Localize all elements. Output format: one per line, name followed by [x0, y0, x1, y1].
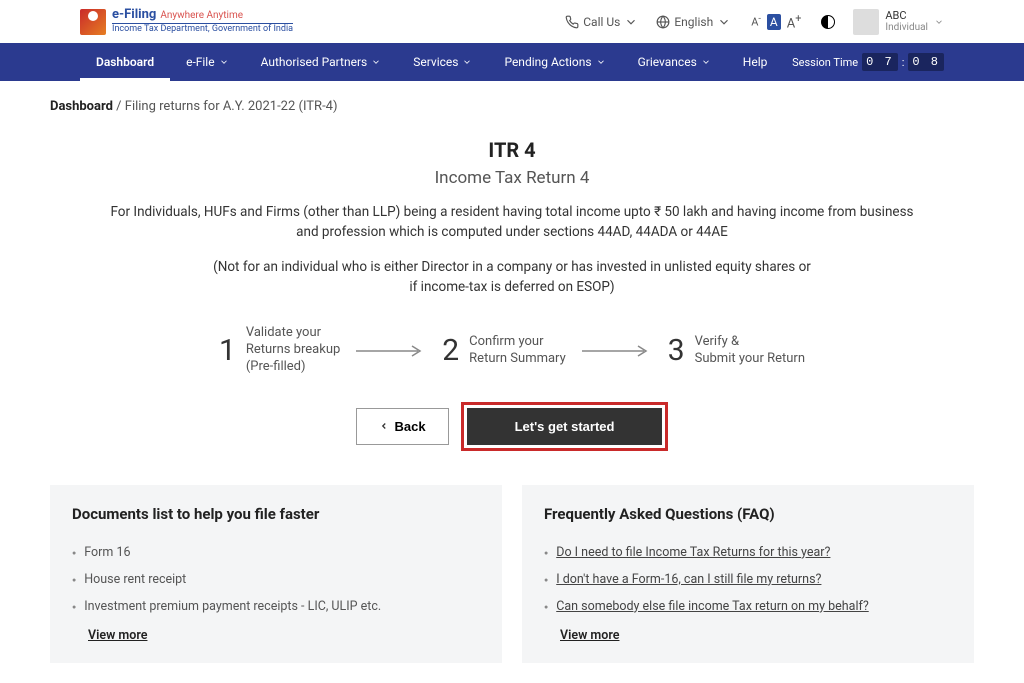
chevron-down-icon	[371, 57, 381, 67]
phone-icon	[565, 15, 579, 29]
nav-pending-actions[interactable]: Pending Actions	[488, 43, 621, 81]
font-size-toggle[interactable]: A- A A+	[749, 12, 803, 31]
step-3: 3 Verify &Submit your Return	[668, 333, 805, 368]
nav-authorised-partners[interactable]: Authorised Partners	[245, 43, 398, 81]
call-us-dropdown[interactable]: Call Us	[565, 15, 638, 29]
faq-panel: Frequently Asked Questions (FAQ) Do I ne…	[522, 485, 974, 663]
list-item: Can somebody else file income Tax return…	[544, 593, 952, 620]
font-small-icon: A-	[749, 14, 763, 29]
faq-link[interactable]: Do I need to file Income Tax Returns for…	[556, 545, 830, 560]
globe-icon	[656, 15, 670, 29]
nav-help[interactable]: Help	[727, 43, 784, 81]
contrast-toggle[interactable]	[821, 15, 835, 29]
view-more-link[interactable]: View more	[560, 628, 619, 643]
session-timer: Session Time 0 7:0 8	[792, 53, 944, 71]
header-top: e-FilingAnywhere Anytime Income Tax Depa…	[0, 0, 1024, 43]
breadcrumb: Dashboard / Filing returns for A.Y. 2021…	[0, 81, 1024, 122]
view-more-link[interactable]: View more	[88, 628, 147, 643]
font-large-icon: A+	[785, 12, 804, 31]
list-item: House rent receipt	[72, 566, 480, 593]
list-item: Form 16	[72, 539, 480, 566]
chevron-down-icon	[717, 15, 731, 29]
breadcrumb-current: Filing returns for A.Y. 2021-22 (ITR-4)	[125, 99, 338, 114]
avatar	[853, 9, 879, 35]
steps-row: 1 Validate yourReturns breakup(Pre-fille…	[80, 325, 944, 376]
arrow-icon	[582, 345, 652, 357]
font-medium-icon: A	[767, 14, 781, 30]
user-menu[interactable]: ABC Individual	[853, 9, 944, 35]
list-item: I don't have a Form-16, can I still file…	[544, 566, 952, 593]
documents-panel: Documents list to help you file faster F…	[50, 485, 502, 663]
breadcrumb-root[interactable]: Dashboard	[50, 99, 113, 114]
emblem-icon	[80, 9, 106, 35]
page-subtitle: Income Tax Return 4	[80, 168, 944, 188]
user-type: Individual	[885, 22, 928, 33]
faq-link[interactable]: I don't have a Form-16, can I still file…	[556, 572, 821, 587]
nav-grievances[interactable]: Grievances	[622, 43, 727, 81]
chevron-down-icon	[596, 57, 606, 67]
main-content: ITR 4 Income Tax Return 4 For Individual…	[0, 122, 1024, 471]
chevron-left-icon	[379, 420, 389, 432]
step-2: 2 Confirm yourReturn Summary	[442, 333, 565, 368]
nav-services[interactable]: Services	[397, 43, 488, 81]
description-primary: For Individuals, HUFs and Firms (other t…	[102, 202, 922, 243]
list-item: Investment premium payment receipts - LI…	[72, 593, 480, 620]
page-title: ITR 4	[80, 138, 944, 162]
logo-title: e-FilingAnywhere Anytime	[112, 8, 293, 22]
chevron-down-icon	[934, 17, 944, 27]
description-note: (Not for an individual who is either Dir…	[102, 257, 922, 298]
primary-button-highlight: Let's get started	[461, 402, 669, 451]
language-dropdown[interactable]: English	[656, 15, 731, 29]
chevron-down-icon	[624, 15, 638, 29]
list-item: Do I need to file Income Tax Returns for…	[544, 539, 952, 566]
main-nav: Dashboard e-File Authorised Partners Ser…	[0, 43, 1024, 81]
nav-dashboard[interactable]: Dashboard	[80, 43, 170, 81]
faq-title: Frequently Asked Questions (FAQ)	[544, 505, 952, 523]
chevron-down-icon	[462, 57, 472, 67]
contrast-icon	[821, 15, 835, 29]
chevron-down-icon	[219, 57, 229, 67]
step-1: 1 Validate yourReturns breakup(Pre-fille…	[219, 325, 340, 376]
user-name: ABC	[885, 10, 928, 22]
documents-title: Documents list to help you file faster	[72, 505, 480, 523]
chevron-down-icon	[701, 57, 711, 67]
nav-efile[interactable]: e-File	[170, 43, 245, 81]
logo-block[interactable]: e-FilingAnywhere Anytime Income Tax Depa…	[80, 8, 555, 35]
button-row: Back Let's get started	[80, 402, 944, 451]
info-panels: Documents list to help you file faster F…	[0, 471, 1024, 683]
faq-link[interactable]: Can somebody else file income Tax return…	[556, 599, 869, 614]
arrow-icon	[356, 345, 426, 357]
back-button[interactable]: Back	[356, 408, 449, 445]
logo-subtitle: Income Tax Department, Government of Ind…	[112, 23, 293, 35]
get-started-button[interactable]: Let's get started	[467, 408, 663, 445]
